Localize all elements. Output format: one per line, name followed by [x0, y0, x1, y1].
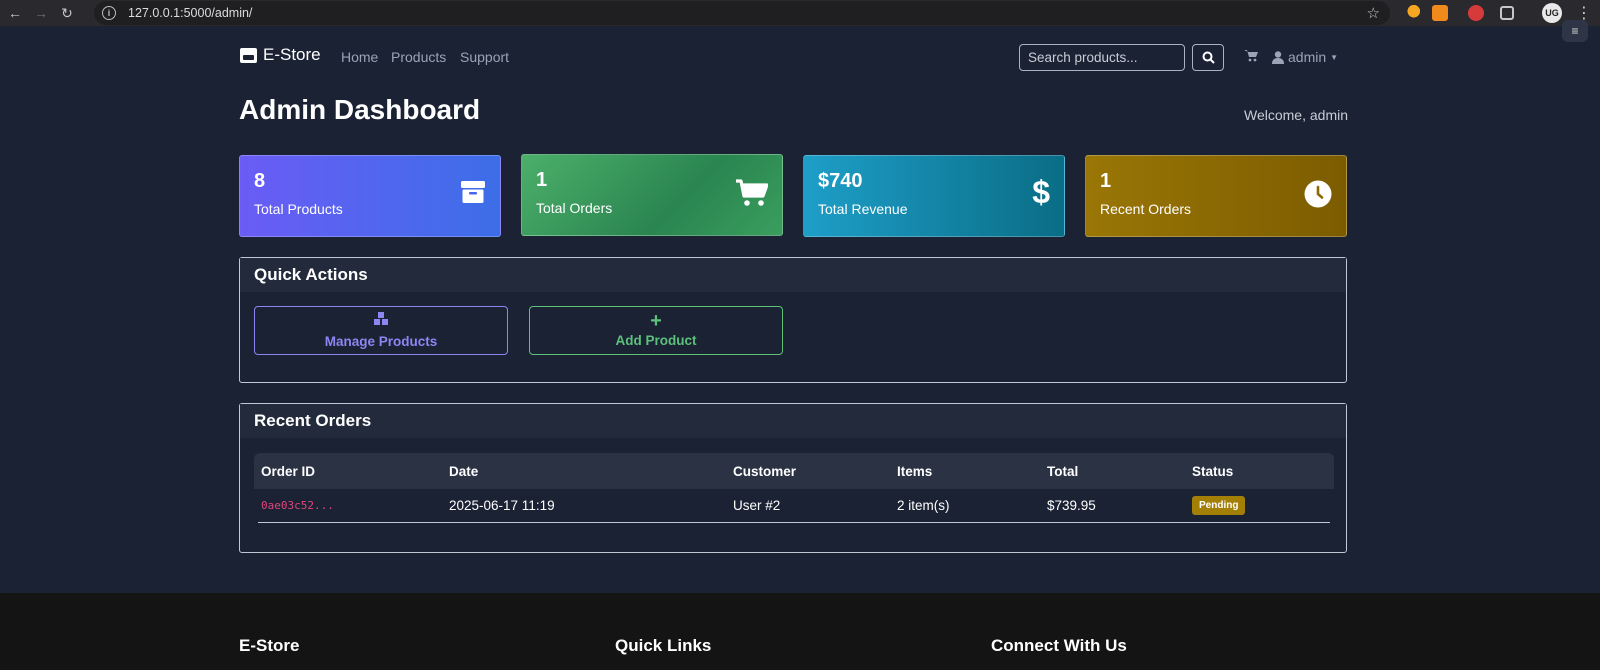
order-id-link[interactable]: 0ae03c52... — [261, 499, 334, 512]
nav-home[interactable]: Home — [341, 49, 378, 65]
welcome-text: Welcome, admin — [1244, 107, 1349, 123]
stat-value: 1 — [1100, 170, 1112, 192]
extension-icon[interactable] — [1403, 4, 1421, 22]
panel-title: Recent Orders — [240, 404, 1346, 438]
stat-label: Total Products — [254, 201, 343, 217]
nav-products[interactable]: Products — [391, 49, 446, 65]
stat-label: Recent Orders — [1100, 201, 1192, 217]
reload-icon[interactable]: ↻ — [56, 2, 78, 24]
amazon-extension-icon[interactable] — [1432, 5, 1448, 21]
back-icon[interactable]: ← — [4, 2, 26, 24]
orders-table: Order ID Date Customer Items Total Statu… — [254, 453, 1334, 523]
column-header: Items — [897, 463, 933, 479]
address-bar[interactable]: i 127.0.0.1:5000/admin/ ☆ — [94, 1, 1390, 25]
forward-icon[interactable]: → — [30, 2, 52, 24]
stat-value: 8 — [254, 170, 266, 192]
stat-value: 1 — [536, 169, 548, 191]
user-icon — [1272, 50, 1284, 64]
search-button[interactable] — [1192, 44, 1224, 71]
clock-icon — [1304, 180, 1332, 208]
quick-actions-panel: Quick Actions Manage Products + Add Prod… — [239, 257, 1347, 383]
cart-icon — [1244, 50, 1258, 62]
footer: E-Store Quick Links Connect With Us — [0, 593, 1600, 670]
footer-connect-heading: Connect With Us — [991, 636, 1127, 655]
order-customer: User #2 — [733, 498, 781, 513]
user-menu-dropdown[interactable]: admin ▼ — [1272, 49, 1338, 65]
column-header: Customer — [733, 463, 797, 479]
page-title: Admin Dashboard — [239, 94, 481, 125]
stat-card-revenue: $740 Total Revenue $ — [803, 155, 1065, 237]
dollar-icon: $ — [1032, 174, 1050, 210]
column-header: Date — [449, 463, 479, 479]
status-badge: Pending — [1192, 496, 1246, 515]
order-total: $739.95 — [1047, 498, 1096, 513]
order-items: 2 item(s) — [897, 498, 950, 513]
cart-icon — [736, 179, 768, 206]
cart-link[interactable] — [1244, 49, 1259, 65]
manage-products-button[interactable]: Manage Products — [254, 306, 508, 355]
button-label: Add Product — [615, 333, 697, 348]
address-url[interactable]: 127.0.0.1:5000/admin/ — [128, 6, 252, 20]
plus-icon: + — [650, 310, 662, 332]
search-input[interactable] — [1019, 44, 1185, 71]
stat-card-products: 8 Total Products — [239, 155, 501, 237]
box-icon — [461, 181, 485, 203]
extension-red-icon[interactable] — [1468, 5, 1484, 21]
user-name: admin — [1288, 49, 1327, 65]
add-product-button[interactable]: + Add Product — [529, 306, 783, 355]
store-icon — [240, 47, 257, 63]
stat-label: Total Revenue — [818, 201, 908, 217]
site-info-icon[interactable]: i — [102, 6, 116, 20]
footer-brand: E-Store — [239, 636, 300, 655]
search-icon — [1202, 51, 1215, 64]
bookmark-star-icon[interactable]: ☆ — [1367, 4, 1380, 22]
recent-orders-panel: Recent Orders Order ID Date Customer Ite… — [239, 403, 1347, 553]
stat-card-recent-orders: 1 Recent Orders — [1085, 155, 1347, 237]
boxes-icon — [373, 312, 389, 330]
column-header: Total — [1047, 463, 1079, 479]
stat-value: $740 — [818, 170, 863, 192]
brand-name: E-Store — [263, 45, 321, 64]
nav-support[interactable]: Support — [460, 49, 509, 65]
button-label: Manage Products — [324, 334, 438, 349]
footer-quick-links-heading: Quick Links — [615, 636, 712, 655]
browser-toolbar: ← → ↻ i 127.0.0.1:5000/admin/ ☆ UG ⋮ — [0, 0, 1600, 26]
column-header: Order ID — [261, 463, 316, 479]
stat-label: Total Orders — [536, 200, 613, 216]
column-header: Status — [1192, 463, 1234, 479]
table-row[interactable]: 0ae03c52... 2025-06-17 11:19 User #2 2 i… — [258, 489, 1330, 523]
side-panel-icon[interactable]: ≡ — [1562, 20, 1588, 42]
extensions-puzzle-icon[interactable] — [1500, 6, 1514, 20]
table-header: Order ID Date Customer Items Total Statu… — [254, 453, 1334, 489]
profile-avatar[interactable]: UG — [1542, 3, 1562, 23]
order-date: 2025-06-17 11:19 — [449, 498, 555, 513]
brand-link[interactable]: E-Store — [240, 45, 321, 65]
stat-card-orders: 1 Total Orders — [521, 154, 783, 236]
chevron-down-icon: ▼ — [1330, 52, 1339, 62]
panel-title: Quick Actions — [240, 258, 1346, 292]
